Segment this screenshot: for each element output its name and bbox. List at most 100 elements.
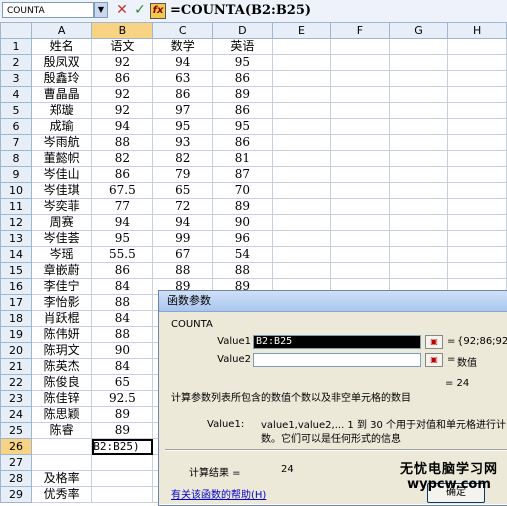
cell[interactable]: 72 [152, 198, 214, 215]
cell[interactable] [330, 70, 390, 87]
cell[interactable] [330, 150, 390, 167]
cell[interactable] [330, 166, 390, 183]
cell[interactable] [30, 454, 93, 471]
cell[interactable]: 岑雨航 [30, 134, 93, 151]
cell[interactable] [330, 118, 390, 135]
value1-input[interactable]: B2:B25 [253, 335, 421, 349]
row-header[interactable]: 1 [0, 38, 32, 55]
cell[interactable] [271, 134, 332, 151]
cell[interactable] [447, 102, 507, 119]
cell[interactable] [388, 134, 449, 151]
cell[interactable] [388, 198, 449, 215]
cell[interactable]: 67.5 [91, 182, 154, 199]
cell[interactable] [330, 182, 390, 199]
cell[interactable] [330, 134, 390, 151]
cell[interactable]: 岑佳山 [30, 166, 93, 183]
cell[interactable]: 88 [91, 134, 154, 151]
cell[interactable] [447, 38, 507, 55]
cell[interactable] [330, 230, 390, 247]
cell[interactable]: 数学 [152, 38, 214, 55]
cell[interactable]: 曹晶晶 [30, 86, 93, 103]
row-header[interactable]: 24 [0, 406, 32, 423]
row-header[interactable]: 7 [0, 134, 32, 151]
cell[interactable]: 章嵌蔚 [30, 262, 93, 279]
cell[interactable]: 92 [91, 54, 154, 71]
row-header[interactable]: 15 [0, 262, 32, 279]
cell[interactable]: 82 [91, 150, 154, 167]
cell[interactable] [271, 86, 332, 103]
cell[interactable] [447, 230, 507, 247]
cell[interactable] [30, 438, 93, 455]
cell[interactable] [271, 70, 332, 87]
insert-function-icon[interactable]: fx [150, 3, 166, 19]
cell[interactable]: 90 [212, 214, 273, 231]
cell[interactable] [271, 262, 332, 279]
cell[interactable]: 86 [152, 86, 214, 103]
cell[interactable] [91, 454, 154, 471]
row-header[interactable]: 17 [0, 294, 32, 311]
cell[interactable]: 95 [212, 54, 273, 71]
cell[interactable]: 陈思颖 [30, 406, 93, 423]
cell[interactable]: 李佳宁 [30, 278, 93, 295]
cell[interactable]: 陈睿 [30, 422, 93, 439]
cell[interactable] [447, 166, 507, 183]
cell[interactable]: 陈玥文 [30, 342, 93, 359]
cell[interactable]: 94 [91, 214, 154, 231]
row-header[interactable]: 2 [0, 54, 32, 71]
cell[interactable]: 86 [212, 102, 273, 119]
column-header[interactable]: E [271, 22, 332, 39]
cell[interactable]: 70 [212, 182, 273, 199]
cell[interactable] [447, 198, 507, 215]
cell[interactable]: 语文 [91, 38, 154, 55]
cell[interactable] [271, 246, 332, 263]
cell[interactable]: 89 [91, 422, 154, 439]
row-header[interactable]: 28 [0, 470, 32, 487]
cell[interactable] [271, 54, 332, 71]
cell[interactable] [447, 118, 507, 135]
row-header[interactable]: 12 [0, 214, 32, 231]
cell[interactable] [447, 86, 507, 103]
cell[interactable]: 86 [91, 166, 154, 183]
row-header[interactable]: 20 [0, 342, 32, 359]
column-header[interactable]: B [91, 22, 154, 39]
cell[interactable] [330, 54, 390, 71]
active-cell[interactable]: B2:B25) [91, 438, 154, 455]
cell[interactable]: 94 [152, 214, 214, 231]
cell[interactable]: 99 [152, 230, 214, 247]
cell[interactable] [388, 262, 449, 279]
cell[interactable] [447, 182, 507, 199]
cell[interactable]: 86 [91, 70, 154, 87]
cell[interactable]: 优秀率 [30, 486, 93, 503]
row-header[interactable]: 9 [0, 166, 32, 183]
column-header[interactable]: A [30, 22, 93, 39]
cell[interactable]: 姓名 [30, 38, 93, 55]
cell[interactable]: 88 [212, 262, 273, 279]
cell[interactable]: 86 [91, 262, 154, 279]
cell[interactable] [271, 182, 332, 199]
cell[interactable] [271, 198, 332, 215]
cell[interactable]: 82 [152, 150, 214, 167]
value1-collapse-icon[interactable]: ▣ [425, 335, 443, 349]
row-header[interactable]: 26 [0, 438, 32, 455]
cell[interactable]: 89 [91, 406, 154, 423]
row-header[interactable]: 3 [0, 70, 32, 87]
row-header[interactable]: 23 [0, 390, 32, 407]
select-all-corner[interactable] [0, 22, 32, 39]
cell[interactable]: 55.5 [91, 246, 154, 263]
cell[interactable]: 殷鑫玲 [30, 70, 93, 87]
column-header[interactable]: D [212, 22, 273, 39]
value2-input[interactable] [253, 353, 421, 367]
cell[interactable]: 89 [212, 198, 273, 215]
cell[interactable] [330, 198, 390, 215]
cell[interactable]: 84 [91, 278, 154, 295]
row-header[interactable]: 25 [0, 422, 32, 439]
cell[interactable]: 65 [91, 374, 154, 391]
cell[interactable] [388, 54, 449, 71]
cell[interactable]: 96 [212, 230, 273, 247]
name-box-dropdown-icon[interactable]: ▼ [94, 2, 108, 18]
cell[interactable] [447, 134, 507, 151]
cell[interactable]: 86 [212, 70, 273, 87]
cell[interactable] [271, 102, 332, 119]
cell[interactable] [388, 70, 449, 87]
row-header[interactable]: 8 [0, 150, 32, 167]
